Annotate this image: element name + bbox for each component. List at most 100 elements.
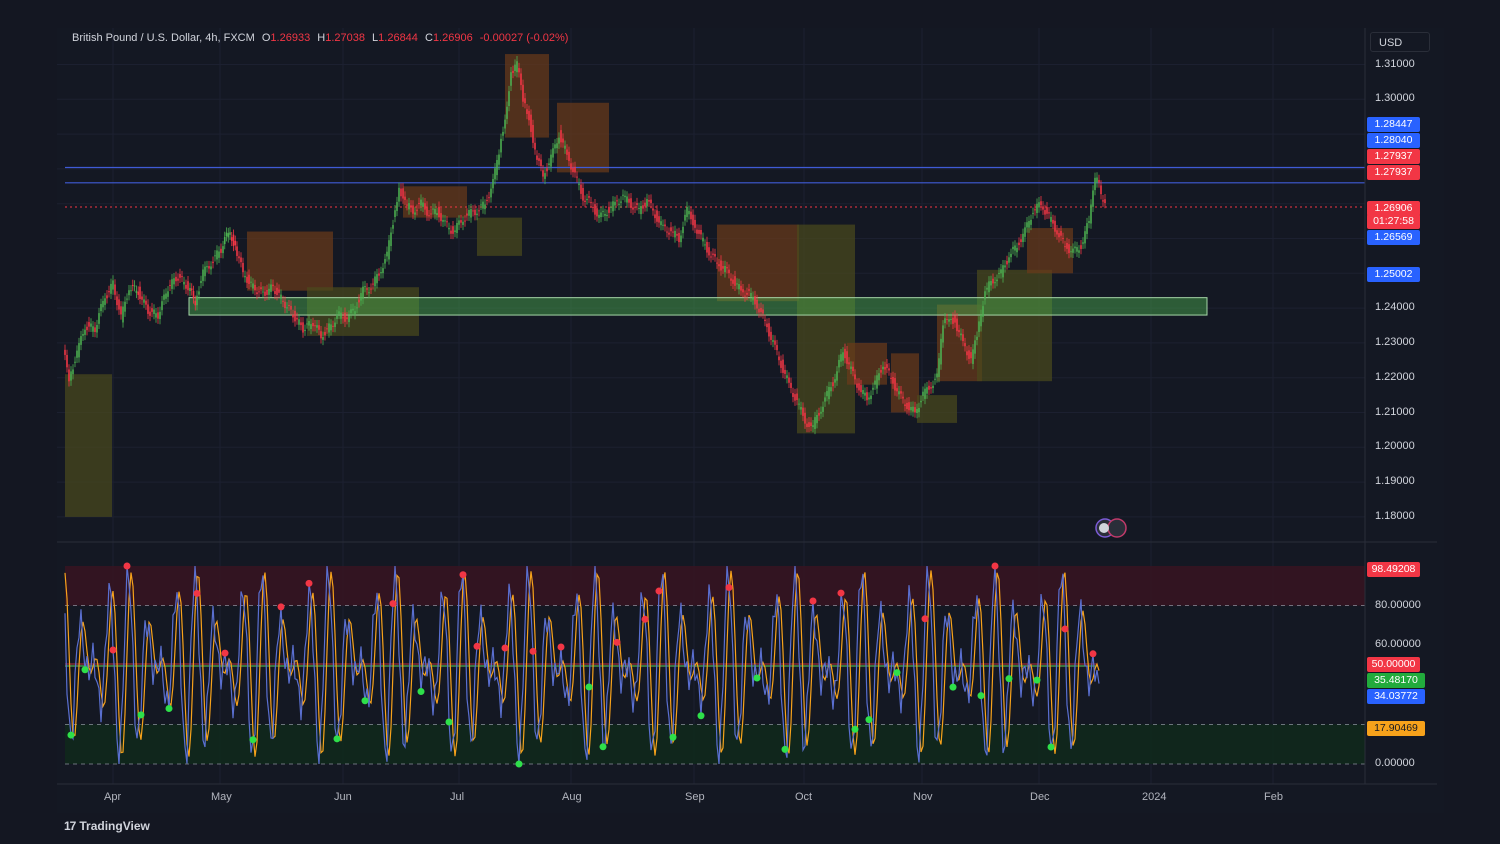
candle-body xyxy=(650,199,652,204)
candle-body xyxy=(970,352,972,359)
candle-body xyxy=(800,407,802,410)
candle-body xyxy=(246,276,248,283)
chart-pane[interactable] xyxy=(57,28,1444,813)
candle-body xyxy=(1008,257,1010,263)
candle-body xyxy=(862,389,864,394)
candle-body xyxy=(190,288,193,291)
candle-body xyxy=(1074,246,1076,249)
candle-body xyxy=(946,318,948,320)
candle-body xyxy=(212,261,214,264)
candle-body xyxy=(394,210,396,218)
currency-selector[interactable]: USD xyxy=(1370,32,1430,52)
candle-body xyxy=(756,299,758,309)
candle-body xyxy=(498,154,500,165)
candle-body xyxy=(1102,200,1104,202)
time-tick-label: Jun xyxy=(334,791,352,803)
candle-body xyxy=(482,201,484,209)
candle-body xyxy=(534,142,536,150)
candle-body xyxy=(420,199,422,206)
candle-body xyxy=(708,247,710,256)
candle-body xyxy=(1064,246,1066,248)
candle-body xyxy=(488,197,490,199)
candle-body xyxy=(1100,185,1102,195)
candle-body xyxy=(992,278,994,284)
candle-body xyxy=(812,425,814,428)
candle-body xyxy=(430,213,432,215)
candle-body xyxy=(636,203,638,206)
candle-body xyxy=(886,364,888,368)
candle-body xyxy=(722,266,724,269)
candle-body xyxy=(996,279,998,282)
candle-body xyxy=(660,221,662,226)
candle-body xyxy=(223,236,226,245)
candle-body xyxy=(392,225,394,229)
candle-body xyxy=(762,309,764,314)
candle-body xyxy=(548,163,550,165)
candle-body xyxy=(668,232,670,235)
oscillator-plot xyxy=(64,562,1365,768)
candle-body xyxy=(1078,250,1080,253)
candle-body xyxy=(204,266,206,277)
candle-body xyxy=(552,148,554,158)
candle-body xyxy=(814,417,816,429)
candle-body xyxy=(906,402,908,410)
candle-body xyxy=(602,210,604,212)
candle-body xyxy=(192,290,195,299)
tradingview-brand[interactable]: 17 TradingView xyxy=(64,819,150,833)
candle-body xyxy=(278,289,280,293)
candle-body xyxy=(236,246,238,256)
price-tick-label: 1.21000 xyxy=(1375,405,1415,418)
economic-event-marker[interactable] xyxy=(1095,518,1127,538)
candle-body xyxy=(96,325,98,333)
candle-body xyxy=(608,206,610,213)
candle-body xyxy=(904,404,906,407)
candle-body xyxy=(524,98,526,104)
overbought-dot xyxy=(557,643,565,651)
candle-body xyxy=(220,248,222,253)
candle-body xyxy=(252,283,254,289)
candle-body xyxy=(506,106,508,119)
grid-lines xyxy=(57,28,1365,784)
candle-body xyxy=(348,315,350,323)
oscillator-tick-label: 0.00000 xyxy=(1375,757,1415,769)
candle-body xyxy=(830,387,832,392)
candle-body xyxy=(306,323,308,325)
symbol-legend[interactable]: British Pound / U.S. Dollar, 4h, FXCM O1… xyxy=(72,32,572,44)
price-badge: 01:27:58 xyxy=(1367,214,1420,229)
candle-body xyxy=(898,391,900,395)
candle-body xyxy=(948,319,950,322)
candle-body xyxy=(686,206,688,218)
candle-body xyxy=(312,322,314,327)
candle-body xyxy=(1050,216,1052,222)
candle-body xyxy=(206,266,208,268)
symbol-title[interactable]: British Pound / U.S. Dollar, 4h, FXCM xyxy=(72,32,255,44)
candle-body xyxy=(976,336,978,340)
candle-body xyxy=(750,292,752,297)
oscillator-tick-label: 80.00000 xyxy=(1375,598,1421,611)
candle-body xyxy=(818,412,820,416)
candle-body xyxy=(592,206,594,208)
overbought-dot xyxy=(613,638,621,646)
candle-body xyxy=(782,359,784,373)
price-badge: 1.27937 xyxy=(1367,149,1420,164)
candle-body xyxy=(300,322,302,326)
candle-body xyxy=(628,198,630,203)
candle-body xyxy=(610,206,612,208)
candle-body xyxy=(198,291,200,295)
candle-body xyxy=(470,209,472,218)
candle-body xyxy=(1002,265,1004,278)
candle-body xyxy=(270,284,272,292)
candle-body xyxy=(1040,201,1042,206)
candle-body xyxy=(284,301,286,309)
overbought-dot xyxy=(305,579,313,587)
candle-body xyxy=(1098,180,1100,183)
candle-body xyxy=(446,221,448,223)
candle-body xyxy=(340,312,342,319)
candle-body xyxy=(248,274,250,284)
candle-body xyxy=(968,350,970,359)
candle-body xyxy=(698,229,700,234)
candle-body xyxy=(137,291,139,295)
time-tick-label: Nov xyxy=(913,791,933,803)
chart-canvas[interactable] xyxy=(57,28,1444,813)
candle-body xyxy=(502,131,504,136)
